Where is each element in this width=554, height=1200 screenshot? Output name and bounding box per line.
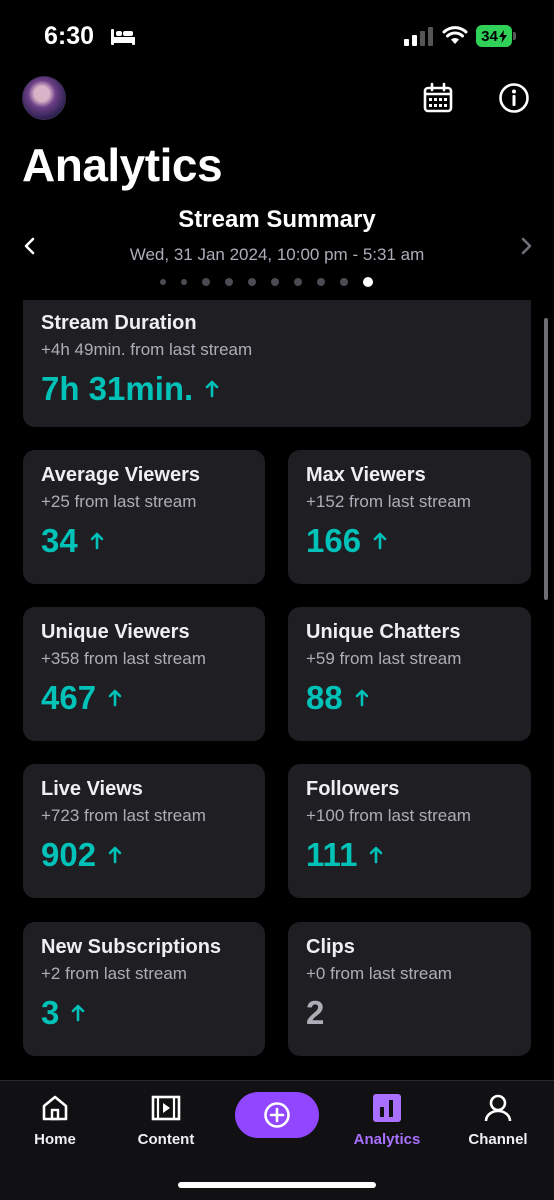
tab-content[interactable]: Content [116, 1093, 216, 1148]
stat-value-row: 34 [41, 522, 247, 560]
stat-delta: +25 from last stream [41, 492, 197, 511]
page-dot[interactable] [248, 278, 256, 286]
stat-delta: +723 from last stream [41, 806, 206, 825]
page-dot[interactable] [181, 279, 187, 285]
stat-value-row: 902 [41, 836, 247, 874]
battery-tip [513, 32, 516, 40]
arrow-up-icon [90, 532, 104, 550]
stat-card-live-views: Live Views +723 from last stream 902 [23, 764, 265, 898]
arrow-up-icon [205, 380, 219, 398]
stat-value: 88 [306, 679, 343, 716]
stat-value: 2 [306, 994, 325, 1031]
stat-value: 111 [306, 836, 358, 873]
wifi-icon [442, 26, 468, 44]
tab-channel-label: Channel [468, 1131, 528, 1148]
stat-delta: +100 from last stream [306, 806, 471, 825]
analytics-chart-icon [373, 1094, 401, 1122]
stat-card-followers: Followers +100 from last stream 111 [288, 764, 531, 898]
create-button[interactable] [235, 1092, 319, 1138]
charging-bolt-icon [498, 29, 507, 43]
stat-value-row: 2 [306, 994, 513, 1032]
stat-title: Clips [306, 936, 355, 958]
stat-card-average-viewers: Average Viewers +25 from last stream 34 [23, 450, 265, 584]
stat-value-row: 3 [41, 994, 247, 1032]
stat-value: 902 [41, 836, 97, 873]
stat-title: Unique Viewers [41, 621, 190, 643]
tab-content-label: Content [137, 1131, 195, 1148]
status-time: 6:30 [44, 22, 95, 50]
status-bar: 6:30 34 [0, 0, 554, 70]
tab-channel[interactable]: Channel [448, 1093, 548, 1148]
page-title: Analytics [22, 139, 223, 191]
scrollbar[interactable] [544, 318, 548, 600]
stat-delta: +358 from last stream [41, 649, 206, 668]
summary-date-range: Wed, 31 Jan 2024, 10:00 pm - 5:31 am [129, 245, 425, 264]
tab-analytics[interactable]: Analytics [337, 1093, 437, 1148]
stat-value: 166 [306, 522, 362, 559]
page-dot[interactable] [340, 278, 348, 286]
stat-value-row: 166 [306, 522, 513, 560]
stat-value: 7h 31min. [41, 370, 194, 407]
stat-title: New Subscriptions [41, 936, 222, 958]
page-dot[interactable] [225, 278, 233, 286]
stat-title: Max Viewers [306, 464, 426, 486]
page-indicator[interactable] [160, 277, 373, 287]
channel-user-icon [484, 1094, 512, 1122]
summary-title: Stream Summary [178, 206, 376, 233]
info-icon[interactable] [498, 82, 530, 114]
stat-card-stream-duration: Stream Duration +4h 49min. from last str… [23, 300, 531, 427]
stat-delta: +0 from last stream [306, 964, 452, 983]
arrow-up-icon [108, 846, 122, 864]
stat-value-row: 467 [41, 679, 247, 717]
stat-title: Followers [306, 778, 400, 800]
stat-title: Live Views [41, 778, 143, 800]
tab-analytics-label: Analytics [353, 1131, 421, 1148]
page-dot[interactable] [294, 278, 302, 286]
user-avatar[interactable] [22, 76, 66, 120]
tab-home[interactable]: Home [5, 1093, 105, 1148]
stat-card-new-subscriptions: New Subscriptions +2 from last stream 3 [23, 922, 265, 1056]
stat-delta: +2 from last stream [41, 964, 187, 983]
arrow-up-icon [370, 846, 383, 864]
arrow-up-icon [355, 689, 369, 707]
home-icon [42, 1095, 68, 1121]
page-dot[interactable] [160, 279, 166, 285]
stat-title: Average Viewers [41, 464, 200, 486]
page-dot-active[interactable] [363, 277, 373, 287]
stat-card-max-viewers: Max Viewers +152 from last stream 166 [288, 450, 531, 584]
stat-card-unique-viewers: Unique Viewers +358 from last stream 467 [23, 607, 265, 741]
page-dot[interactable] [317, 278, 325, 286]
stat-delta: +59 from last stream [306, 649, 462, 668]
arrow-up-icon [72, 1004, 85, 1022]
arrow-up-icon [108, 689, 122, 707]
stat-title: Unique Chatters [306, 621, 461, 643]
battery-level: 34 [481, 27, 498, 45]
home-indicator[interactable] [178, 1182, 376, 1188]
stat-value: 467 [41, 679, 97, 716]
stat-card-unique-chatters: Unique Chatters +59 from last stream 88 [288, 607, 531, 741]
cellular-signal-icon [404, 26, 433, 46]
page-dot[interactable] [202, 278, 210, 286]
stats-list[interactable]: Stream Duration +4h 49min. from last str… [0, 300, 554, 1080]
stat-card-clips: Clips +0 from last stream 2 [288, 922, 531, 1056]
stat-value-row: 88 [306, 679, 513, 717]
content-video-icon [151, 1095, 181, 1121]
stat-delta: +152 from last stream [306, 492, 471, 511]
calendar-icon[interactable] [422, 82, 454, 114]
arrow-up-icon [373, 532, 387, 550]
battery-indicator: 34 [476, 25, 512, 47]
page-dot[interactable] [271, 278, 279, 286]
stat-value-row: 111 [306, 836, 513, 874]
next-stream-chevron-icon[interactable] [516, 236, 536, 256]
stat-value: 34 [41, 522, 78, 559]
tab-home-label: Home [34, 1131, 76, 1148]
sleep-focus-icon [111, 29, 135, 45]
plus-circle-icon [264, 1102, 290, 1128]
stat-value-row: 7h 31min. [41, 370, 513, 408]
stat-delta: +4h 49min. from last stream [41, 340, 253, 359]
stat-value: 3 [41, 994, 60, 1031]
stat-title: Stream Duration [41, 312, 197, 334]
